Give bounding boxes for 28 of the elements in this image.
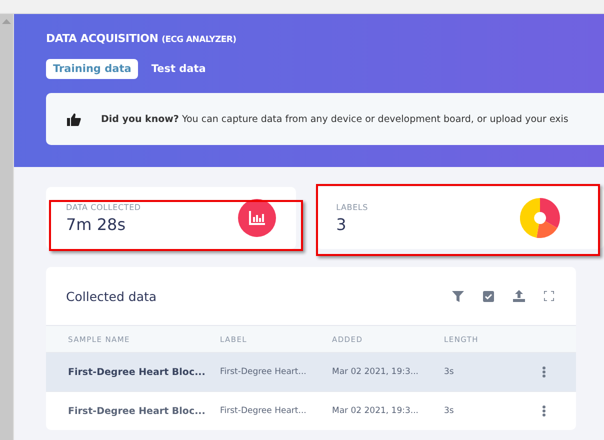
table-cell-text: First-Degree Heart...: [220, 406, 308, 416]
more-options-icon[interactable]: [542, 366, 546, 378]
table-cell-text: 3s: [444, 406, 455, 416]
fullscreen-icon[interactable]: [544, 291, 554, 301]
tab[interactable]: Training data: [46, 59, 138, 79]
bar-chart-icon: [238, 199, 276, 237]
stat-value: 3: [336, 214, 348, 234]
panel-title: Collected data: [66, 288, 157, 304]
tip-text: Did you know? You can capture data from any device or development board, or upload your exis: [101, 114, 568, 124]
table-row[interactable]: First-Degree Heart Bloc... First-Degree Heart... Mar 02 2021, 19:3... 3s: [46, 352, 576, 391]
thumbs-up-icon: [67, 112, 81, 126]
more-options-icon[interactable]: [542, 405, 546, 417]
table-cell-text: Mar 02 2021, 19:3...: [332, 406, 420, 416]
checkbox-icon[interactable]: [483, 290, 494, 302]
table-cell-text: Mar 02 2021, 19:3...: [332, 367, 420, 377]
stat-label: DATA COLLECTED: [66, 202, 141, 212]
stat-label: LABELS: [336, 202, 368, 212]
donut-chart-icon: [520, 198, 560, 238]
table-cell-text: First-Degree Heart...: [220, 367, 308, 377]
filter-icon[interactable]: [452, 290, 464, 302]
table-cell-text: 3s: [444, 367, 455, 377]
upload-icon[interactable]: [513, 290, 525, 302]
tab[interactable]: Test data: [144, 59, 213, 79]
page-title: DATA ACQUISITION (ECG ANALYZER): [46, 32, 238, 45]
table-cell-text: First-Degree Heart Bloc...: [68, 406, 206, 416]
table-cell-text: First-Degree Heart Bloc...: [68, 366, 206, 378]
table-row[interactable]: First-Degree Heart Bloc... First-Degree Heart... Mar 02 2021, 19:3... 3s: [46, 391, 576, 430]
stat-value: 7m 28s: [66, 214, 127, 234]
